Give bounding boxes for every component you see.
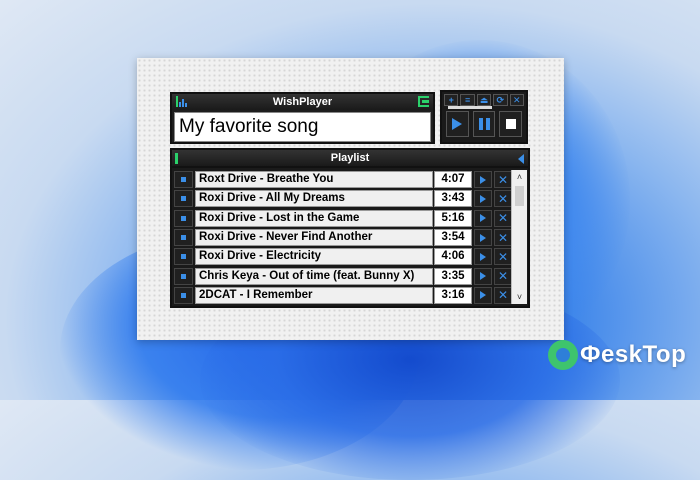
remove-track-button[interactable]: ✕	[494, 171, 512, 189]
select-track-button[interactable]	[174, 248, 193, 266]
playlist-scrollbar[interactable]: ˄ ˅	[511, 170, 527, 304]
select-track-button[interactable]	[174, 209, 193, 227]
close-icon: ✕	[497, 249, 509, 264]
scroll-up-button[interactable]: ˄	[512, 170, 527, 184]
eject-icon[interactable]: ⏏	[476, 94, 492, 106]
remove-track-button[interactable]: ✕	[494, 190, 512, 208]
playlist-rows: Roxt Drive - Breathe You 4:07 ✕ Roxi Dri…	[174, 170, 512, 305]
play-button[interactable]	[446, 111, 469, 137]
playlist-row[interactable]: Roxi Drive - Never Find Another 3:54 ✕	[174, 228, 512, 247]
play-track-button[interactable]	[474, 286, 492, 304]
play-icon	[480, 291, 486, 300]
play-track-button[interactable]	[474, 267, 492, 285]
transport-controls: + ≡ ⏏ ⟳ ✕	[440, 90, 528, 144]
play-track-button[interactable]	[474, 190, 492, 208]
close-icon: ✕	[497, 191, 509, 206]
remove-track-button[interactable]: ✕	[494, 267, 512, 285]
title-bar[interactable]: WishPlayer	[172, 94, 433, 110]
close-icon: ✕	[497, 211, 509, 226]
equalizer-icon[interactable]	[176, 96, 187, 107]
select-track-button[interactable]	[174, 190, 193, 208]
select-track-button[interactable]	[174, 229, 193, 247]
select-track-button[interactable]	[174, 286, 193, 304]
repeat-icon[interactable]: ⟳	[493, 94, 508, 106]
pause-icon	[478, 118, 490, 130]
track-name[interactable]: Chris Keya - Out of time (feat. Bunny X)	[195, 267, 433, 285]
play-icon	[452, 118, 463, 130]
close-icon[interactable]: ✕	[509, 94, 525, 106]
remove-track-button[interactable]: ✕	[494, 229, 512, 247]
add-icon[interactable]: +	[444, 94, 459, 106]
track-duration: 3:54	[434, 229, 472, 247]
pause-button[interactable]	[472, 111, 496, 137]
track-name[interactable]: Roxt Drive - Breathe You	[195, 171, 433, 189]
volume-slider[interactable]	[448, 106, 492, 109]
playlist-indicator	[175, 153, 178, 164]
playlist-row[interactable]: Chris Keya - Out of time (feat. Bunny X)…	[174, 266, 512, 285]
play-icon	[480, 252, 486, 261]
track-duration: 4:07	[434, 171, 472, 189]
track-duration: 3:16	[434, 286, 472, 304]
playlist-row[interactable]: 2DCAT - I Remember 3:16 ✕	[174, 286, 512, 305]
track-name[interactable]: Roxi Drive - Lost in the Game	[195, 209, 433, 227]
play-icon	[480, 214, 486, 223]
track-name[interactable]: Roxi Drive - Never Find Another	[195, 229, 433, 247]
track-name[interactable]: 2DCAT - I Remember	[195, 286, 433, 304]
collapse-arrow-icon[interactable]	[518, 154, 524, 164]
play-icon	[480, 194, 486, 203]
close-icon: ✕	[497, 172, 509, 187]
now-playing-song: My favorite song	[174, 112, 431, 142]
track-duration: 5:16	[434, 209, 472, 227]
scroll-down-button[interactable]: ˅	[512, 290, 527, 304]
select-track-button[interactable]	[174, 267, 193, 285]
play-track-button[interactable]	[474, 209, 492, 227]
remove-track-button[interactable]: ✕	[494, 286, 512, 304]
exit-icon[interactable]	[418, 96, 429, 107]
play-track-button[interactable]	[474, 229, 492, 247]
watermark: ФeskTop	[548, 340, 686, 370]
play-track-button[interactable]	[474, 248, 492, 266]
playlist-row[interactable]: Roxt Drive - Breathe You 4:07 ✕	[174, 170, 512, 189]
scroll-thumb[interactable]	[515, 186, 524, 206]
playlist-row[interactable]: Roxi Drive - Electricity 4:06 ✕	[174, 247, 512, 266]
close-icon: ✕	[497, 288, 509, 303]
stop-button[interactable]	[499, 111, 523, 137]
remove-track-button[interactable]: ✕	[494, 248, 512, 266]
app-title: WishPlayer	[272, 96, 333, 108]
now-playing-panel: WishPlayer My favorite song	[170, 92, 435, 144]
watermark-logo-icon	[548, 340, 578, 370]
select-track-button[interactable]	[174, 171, 193, 189]
play-icon	[480, 175, 486, 184]
play-track-button[interactable]	[474, 171, 492, 189]
close-icon: ✕	[497, 230, 509, 245]
playlist-row[interactable]: Roxi Drive - All My Dreams 3:43 ✕	[174, 189, 512, 208]
playlist-panel: Playlist Roxt Drive - Breathe You 4:07 ✕…	[170, 148, 530, 308]
play-icon	[480, 233, 486, 242]
stop-icon	[505, 119, 516, 129]
playlist-row[interactable]: Roxi Drive - Lost in the Game 5:16 ✕	[174, 209, 512, 228]
track-duration: 3:43	[434, 190, 472, 208]
track-duration: 3:35	[434, 267, 472, 285]
track-duration: 4:06	[434, 248, 472, 266]
playlist-header: Playlist	[172, 150, 528, 168]
remove-track-button[interactable]: ✕	[494, 209, 512, 227]
list-icon[interactable]: ≡	[460, 94, 475, 106]
play-icon	[480, 272, 486, 281]
track-name[interactable]: Roxi Drive - All My Dreams	[195, 190, 433, 208]
playlist-title: Playlist	[330, 152, 370, 164]
track-name[interactable]: Roxi Drive - Electricity	[195, 248, 433, 266]
watermark-text: ФeskTop	[580, 341, 687, 368]
close-icon: ✕	[497, 269, 509, 284]
